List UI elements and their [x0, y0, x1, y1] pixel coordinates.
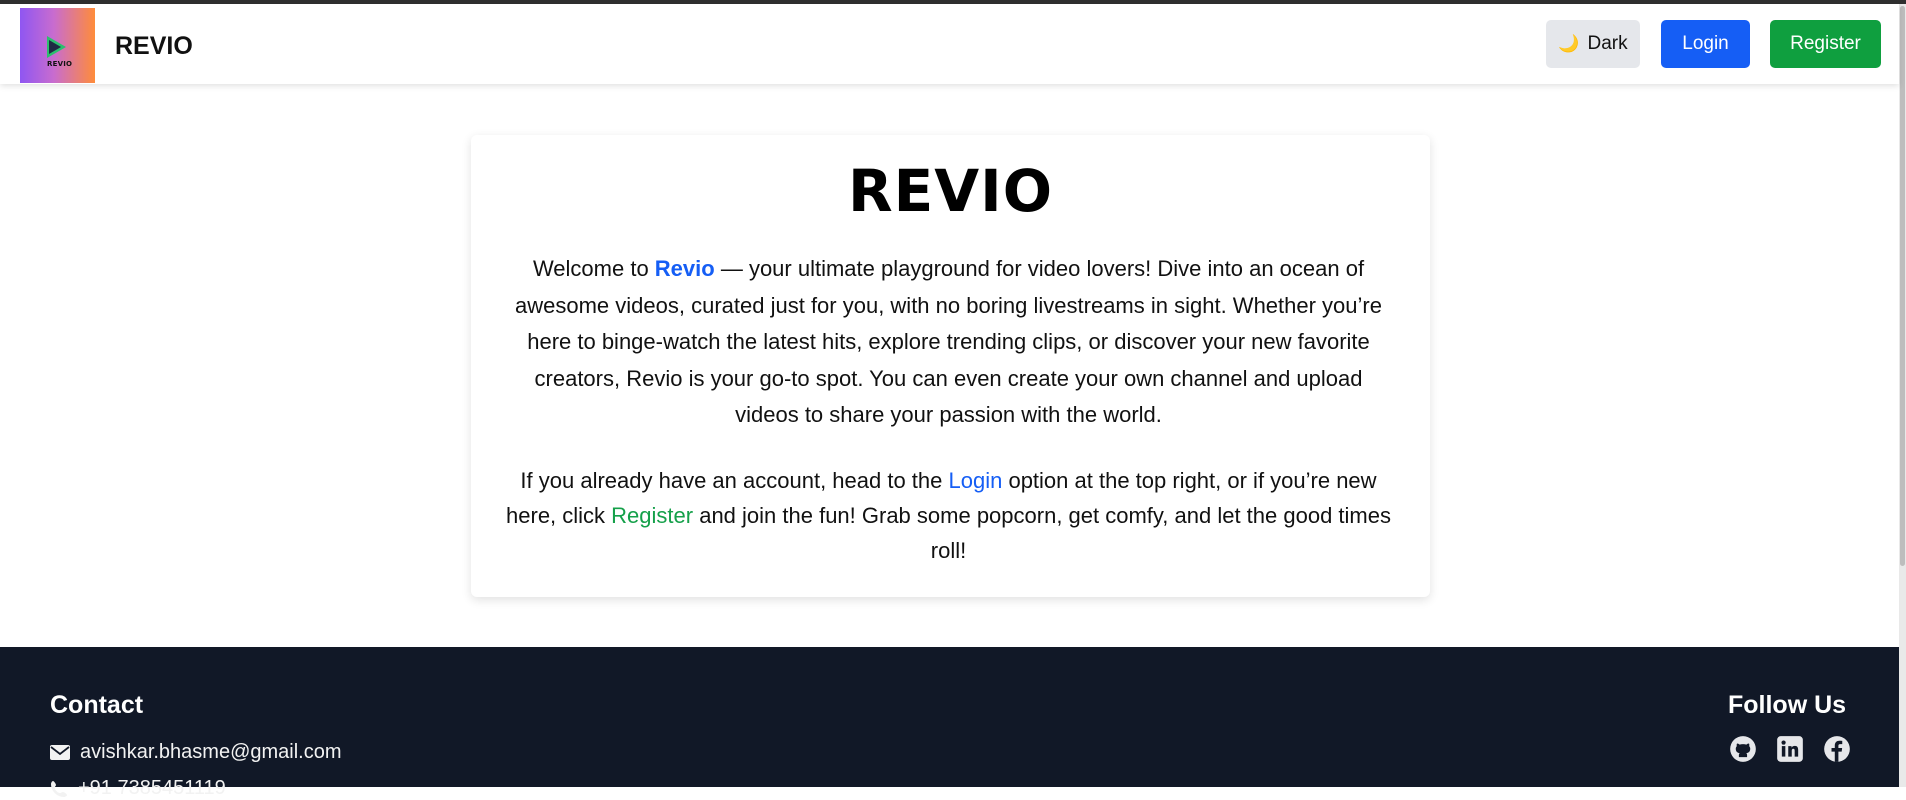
welcome-paragraph: Welcome to Revio — your ultimate playgro…	[501, 251, 1396, 434]
facebook-icon[interactable]	[1823, 735, 1851, 763]
dark-mode-label: Dark	[1587, 33, 1628, 54]
hero-title: REVIO	[847, 157, 1054, 225]
dark-mode-button[interactable]: 🌙 Dark	[1546, 20, 1640, 68]
brand-name[interactable]: REVIO	[115, 32, 193, 61]
footer: Contact avishkar.bhasme@gmail.com +91 73…	[0, 647, 1899, 799]
logo[interactable]: REVIO	[20, 8, 95, 83]
revio-brand-link[interactable]: Revio	[655, 256, 715, 281]
github-icon[interactable]	[1729, 735, 1757, 763]
moon-icon: 🌙	[1558, 34, 1580, 53]
phone-row[interactable]: +91 7385451119	[50, 777, 226, 800]
navbar: REVIO REVIO 🌙 Dark Login Register	[0, 4, 1899, 84]
logo-text: REVIO	[47, 60, 73, 68]
mail-icon	[50, 745, 70, 760]
register-button[interactable]: Register	[1770, 20, 1881, 68]
account-text-before: If you already have an account, head to …	[520, 468, 949, 493]
scrollbar-thumb[interactable]	[1900, 6, 1905, 566]
welcome-text-after: — your ultimate playground for video lov…	[515, 256, 1382, 427]
account-text-after: and join the fun! Grab some popcorn, get…	[693, 503, 1391, 563]
linkedin-icon[interactable]	[1776, 735, 1804, 763]
login-button[interactable]: Login	[1661, 20, 1750, 68]
contact-email[interactable]: avishkar.bhasme@gmail.com	[80, 741, 342, 764]
inline-login-link[interactable]: Login	[949, 468, 1003, 493]
account-paragraph: If you already have an account, head to …	[501, 463, 1396, 568]
email-row[interactable]: avishkar.bhasme@gmail.com	[50, 741, 342, 764]
contact-phone[interactable]: +91 7385451119	[78, 777, 226, 800]
phone-icon	[51, 780, 67, 797]
inline-register-link[interactable]: Register	[611, 503, 693, 528]
welcome-card: REVIO Welcome to Revio — your ultimate p…	[471, 135, 1430, 597]
play-icon-inner	[49, 40, 61, 54]
contact-title: Contact	[50, 691, 144, 719]
welcome-text-before: Welcome to	[532, 256, 655, 281]
follow-us-title: Follow Us	[1728, 691, 1847, 719]
